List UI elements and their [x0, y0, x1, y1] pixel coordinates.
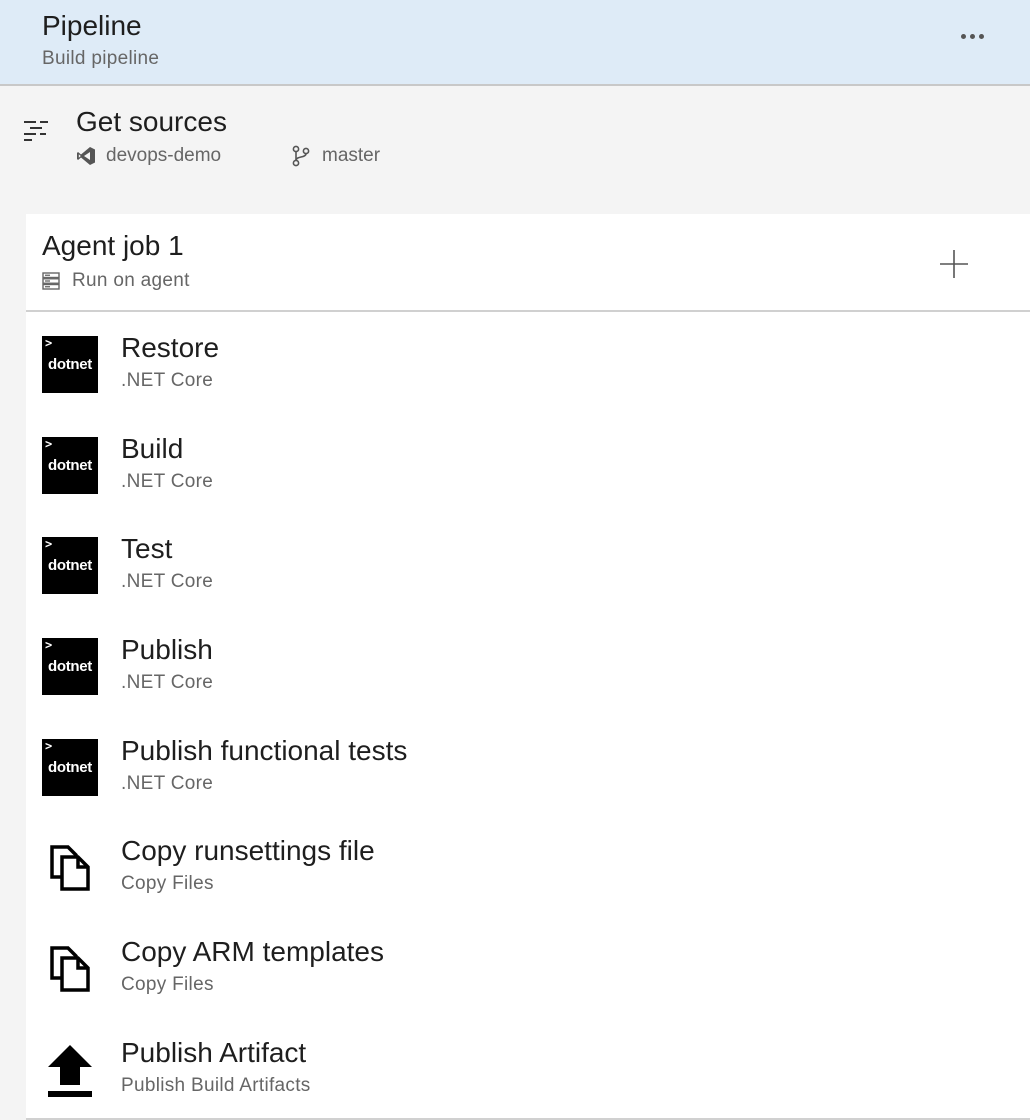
task-name: Test — [121, 533, 173, 565]
dotnet-label: dotnet — [47, 356, 93, 373]
dotnet-label: dotnet — [47, 456, 93, 474]
get-sources-icon — [24, 121, 48, 141]
branch-name: master — [322, 145, 381, 166]
dotnet-icon: > dotnet — [42, 336, 98, 393]
dotnet-icon: > dotnet — [42, 537, 98, 595]
dotnet-label: dotnet — [47, 557, 93, 575]
task-type: .NET Core — [121, 370, 214, 391]
task-name: Copy runsettings file — [121, 835, 375, 867]
agent-job-header[interactable]: Agent job 1 Run on agent — [26, 214, 1030, 312]
task-row[interactable]: > dotnet Publish functional tests .NET C… — [26, 717, 1030, 818]
get-sources-title: Get sources — [76, 106, 227, 137]
pipeline-header[interactable]: Pipeline Build pipeline — [0, 0, 1030, 86]
task-type: Publish Build Artifacts — [121, 1074, 311, 1096]
task-row[interactable]: > dotnet Publish .NET Core — [26, 616, 1030, 717]
task-name: Publish — [121, 634, 213, 666]
branch-icon — [292, 145, 310, 167]
task-type: .NET Core — [121, 571, 214, 593]
dotnet-prompt: > — [45, 436, 53, 451]
task-type: Copy Files — [121, 974, 214, 996]
task-row[interactable]: Copy runsettings file Copy Files — [26, 817, 1030, 918]
dotnet-prompt: > — [45, 738, 53, 753]
task-row[interactable]: > dotnet Test .NET Core — [26, 515, 1030, 616]
branch: master — [292, 144, 380, 168]
task-row[interactable]: > dotnet Build .NET Core — [26, 415, 1030, 516]
agent-job-subtitle-text: Run on agent — [72, 270, 190, 291]
more-dot — [960, 33, 966, 39]
dotnet-label: dotnet — [47, 758, 93, 776]
task-type: .NET Core — [121, 772, 214, 794]
task-row[interactable]: Publish Artifact Publish Build Artifacts — [26, 1019, 1030, 1120]
task-name: Build — [121, 432, 184, 464]
add-task-button[interactable] — [932, 242, 976, 286]
copy-files-icon — [50, 946, 90, 992]
pipeline-title: Pipeline — [42, 10, 142, 41]
dotnet-icon: > dotnet — [42, 436, 98, 494]
dotnet-prompt: > — [45, 537, 53, 552]
agent-server-icon — [42, 272, 60, 290]
dotnet-prompt: > — [45, 638, 53, 653]
pipeline-subtitle: Build pipeline — [42, 48, 160, 69]
repository-name: devops-demo — [106, 145, 222, 166]
dotnet-icon: > dotnet — [42, 738, 98, 796]
dotnet-prompt: > — [45, 336, 53, 350]
task-type: .NET Core — [121, 470, 214, 492]
more-dot — [969, 33, 975, 39]
task-row[interactable]: > dotnet Restore .NET Core — [26, 314, 1030, 415]
copy-files-icon — [50, 845, 90, 892]
plus-icon — [940, 250, 968, 278]
agent-job-panel: Agent job 1 Run on agent > dotnet Restor… — [26, 214, 1030, 1120]
dotnet-label: dotnet — [47, 658, 93, 676]
repository: devops-demo — [76, 144, 221, 168]
task-name: Publish functional tests — [121, 734, 408, 766]
task-name: Publish Artifact — [121, 1036, 307, 1068]
task-name: Copy ARM templates — [121, 936, 384, 968]
task-row[interactable]: Copy ARM templates Copy Files — [26, 918, 1030, 1019]
agent-job-title: Agent job 1 — [42, 230, 184, 261]
more-dot — [978, 33, 984, 39]
visual-studio-icon — [77, 147, 95, 165]
task-list: > dotnet Restore .NET Core > dotnet Buil… — [26, 314, 1030, 1120]
dotnet-icon: > dotnet — [42, 638, 98, 696]
upload-icon — [48, 1044, 92, 1097]
agent-job-subtitle: Run on agent — [42, 270, 190, 292]
task-type: Copy Files — [121, 873, 214, 895]
task-name: Restore — [121, 332, 220, 363]
more-options-button[interactable] — [950, 22, 994, 50]
task-type: .NET Core — [121, 672, 214, 694]
